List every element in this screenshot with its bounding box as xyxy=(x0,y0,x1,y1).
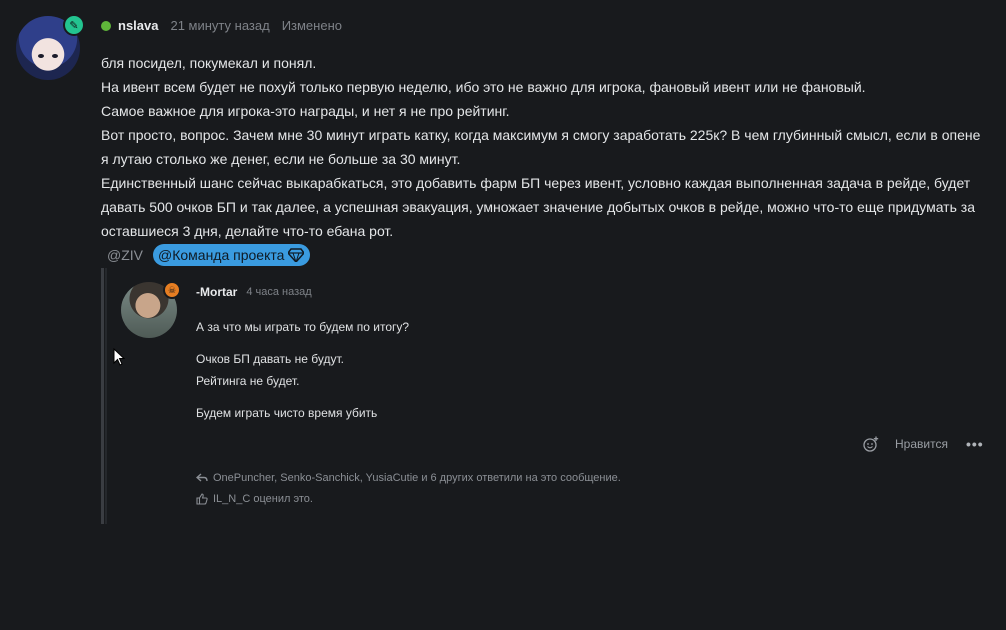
mention-team-label: @Команда проекта xyxy=(158,247,285,263)
avatar-eye xyxy=(38,54,44,58)
reply-arrow-icon xyxy=(196,473,208,482)
mentions: @ZIV @Команда проекта xyxy=(107,244,311,266)
user-badge-icon: ✎ xyxy=(63,14,85,36)
post-line: На ивент всем будет не похуй только перв… xyxy=(101,79,866,95)
mouse-cursor-icon xyxy=(113,348,125,366)
reply-line: Очков БП давать не будут. xyxy=(196,352,344,366)
post-line: бля посидел, покумекал и понял. xyxy=(101,55,317,71)
replies-summary-text: OnePuncher, Senko-Sanchick, YusiaCutie и… xyxy=(213,472,621,484)
likes-summary[interactable]: IL_N_C оценил это. xyxy=(196,493,313,505)
skull-badge-icon: ☠ xyxy=(163,281,181,299)
online-status-icon xyxy=(101,20,111,31)
mention-team[interactable]: @Команда проекта xyxy=(153,244,311,266)
post-header: nslava 21 минуту назад Изменено xyxy=(101,18,354,33)
username[interactable]: nslava xyxy=(118,18,158,33)
reply-line: Рейтинга не будет. xyxy=(196,374,300,388)
quote-border-inner xyxy=(105,268,107,524)
reply-time[interactable]: 4 часа назад xyxy=(246,286,311,298)
mention-ziv[interactable]: @ZIV xyxy=(107,247,143,263)
replies-summary[interactable]: OnePuncher, Senko-Sanchick, YusiaCutie и… xyxy=(196,472,621,484)
reply-line: Будем играть чисто время убить xyxy=(196,406,378,420)
quote-border xyxy=(101,268,104,524)
diamond-icon xyxy=(288,248,305,262)
post-line: Самое важное для игрока-это награды, и н… xyxy=(101,103,510,119)
reply-body: А за что мы играть то будем по итогу? Оч… xyxy=(196,316,409,424)
reply-username[interactable]: -Mortar xyxy=(196,285,237,299)
post-body: бля посидел, покумекал и понял. На ивент… xyxy=(101,51,981,243)
more-options-icon[interactable]: ••• xyxy=(966,436,984,452)
likes-summary-text: IL_N_C оценил это. xyxy=(213,493,313,505)
thumbs-up-icon xyxy=(196,493,208,505)
post-line: Вот просто, вопрос. Зачем мне 30 минут и… xyxy=(101,127,981,167)
avatar-eye xyxy=(52,54,58,58)
reply-actions: Нравится ••• xyxy=(863,436,984,452)
like-button[interactable]: Нравится xyxy=(895,437,948,451)
post-time[interactable]: 21 минуту назад xyxy=(170,18,269,33)
add-reaction-icon[interactable] xyxy=(863,436,879,452)
reply-line: А за что мы играть то будем по итогу? xyxy=(196,320,410,334)
edited-label[interactable]: Изменено xyxy=(282,18,342,33)
reply-header: -Mortar 4 часа назад xyxy=(196,285,312,299)
post-line: Единственный шанс сейчас выкарабкаться, … xyxy=(101,175,975,239)
